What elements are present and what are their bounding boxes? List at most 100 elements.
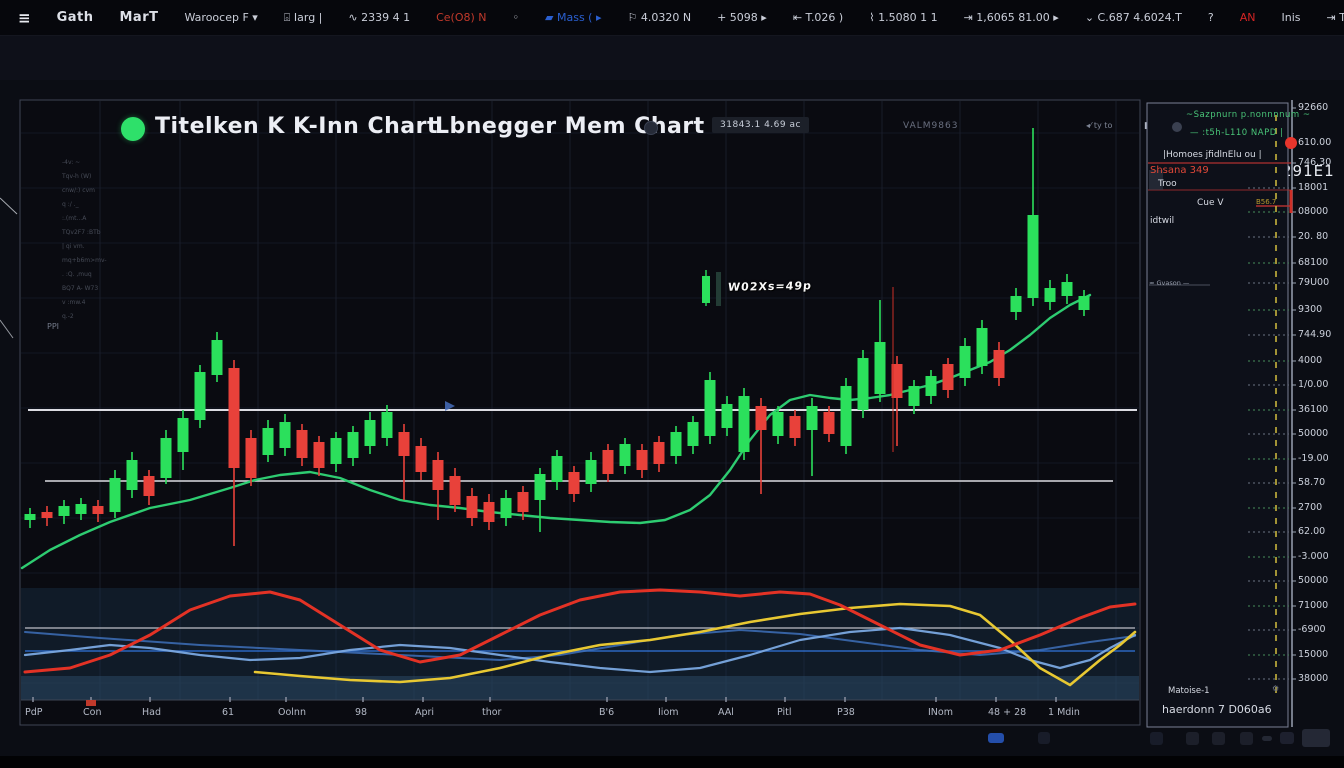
x-axis-label: 48 + 28	[988, 707, 1026, 718]
candle-body	[535, 474, 546, 500]
candle-body	[314, 442, 325, 468]
candle-body	[195, 372, 206, 420]
price-badge: 31843.1 4.69 ac	[712, 117, 809, 133]
candle-body	[280, 422, 291, 448]
candle-body	[25, 514, 36, 520]
panel-line-white4: idtwil	[1150, 216, 1174, 226]
candle-body	[1028, 215, 1039, 298]
price-scale-label: -3.000	[1298, 551, 1329, 562]
stray-line	[0, 320, 13, 338]
legend-item: TQv2F7 :BTb	[62, 226, 107, 240]
x-axis-label: INom	[928, 707, 953, 718]
candle-body	[42, 512, 53, 518]
taskbar-active-chip[interactable]	[1302, 729, 1330, 747]
candle-body	[875, 342, 886, 394]
legend-item: cnw/:) cvm	[62, 184, 107, 198]
price-scale-label: -19.00	[1298, 453, 1329, 464]
candle-body	[841, 386, 852, 446]
panel-gear-icon[interactable]: ⚙	[1272, 684, 1279, 693]
candle-body	[739, 396, 750, 452]
legend-item: v :mw.4	[62, 296, 107, 310]
taskbar-circle-icon[interactable]	[1240, 732, 1253, 745]
candle-body	[926, 376, 937, 396]
x-axis-label: Had	[142, 707, 161, 718]
taskbar-blue-icon[interactable]	[988, 733, 1004, 743]
candle-body	[76, 504, 87, 514]
candle-body	[450, 476, 461, 505]
price-scale-label: 744.90	[1298, 329, 1331, 340]
candle-body	[416, 446, 427, 472]
taskbar-dots-icon[interactable]	[1262, 736, 1272, 741]
candle-body	[756, 406, 767, 430]
candle-body	[144, 476, 155, 496]
candle-body	[229, 368, 240, 468]
panel-line-green2: — :t5h-L110 NAPD |	[1190, 128, 1283, 138]
legend-pp-label: PPI	[47, 322, 59, 331]
chart-corner-controls[interactable]: ◂⁄ ty to	[1086, 121, 1112, 130]
price-scale-label: 62.00	[1298, 526, 1325, 537]
x-axis-label: Oolnn	[278, 707, 306, 718]
candle-body	[382, 412, 393, 438]
price-scale-label: -6900	[1298, 624, 1326, 635]
taskbar-circle-icon[interactable]	[1150, 732, 1163, 745]
candle-body	[960, 346, 971, 378]
price-scale-label: 18001	[1298, 182, 1328, 193]
price-scale-label: 1/0.00	[1298, 379, 1328, 390]
price-scale-label: 15000	[1298, 649, 1328, 660]
price-scale-label: 92660	[1298, 102, 1328, 113]
candle-body	[1045, 288, 1056, 302]
x-axis-label: PdP	[25, 707, 43, 718]
x-axis-label: Apri	[415, 707, 434, 718]
chart-title-secondary: Lbnegger Mem Chart	[435, 114, 705, 139]
candle-body	[994, 350, 1005, 378]
candle-body	[246, 438, 257, 478]
taskbar-circle-icon[interactable]	[1186, 732, 1199, 745]
price-scale-label: 68100	[1298, 257, 1328, 268]
candle-body	[59, 506, 70, 516]
x-axis-label: 1 Mdin	[1048, 707, 1080, 718]
candle-body	[637, 450, 648, 470]
x-axis-label: B'6	[599, 707, 614, 718]
candle-body	[178, 418, 189, 452]
candle-body	[552, 456, 563, 482]
candle-body	[977, 328, 988, 366]
price-scale-label: 9300	[1298, 304, 1322, 315]
chart-annotation-scribble: W02Xs=49p	[727, 279, 812, 293]
x-axis-label: thor	[482, 707, 501, 718]
panel-footer-value: haerdonn 7 D060a6	[1162, 703, 1272, 716]
candle-body	[909, 386, 920, 406]
price-scale-label: 2700	[1298, 502, 1322, 513]
price-scale-label: 08000	[1298, 206, 1328, 217]
price-scale-label: 20. 80	[1298, 231, 1328, 242]
panel-dot-icon	[1172, 122, 1182, 132]
x-axis-label: Iiom	[658, 707, 679, 718]
taskbar-app-icon[interactable]	[1038, 732, 1050, 744]
candle-body	[297, 430, 308, 458]
price-scale-label: 58.70	[1298, 477, 1325, 488]
current-price-dot	[1285, 137, 1297, 149]
price-scale-label: 79U00	[1298, 277, 1329, 288]
candle-body	[807, 406, 818, 430]
candle-body	[671, 432, 682, 456]
legend-item: Tqv-h (W)	[62, 170, 107, 184]
candle-body	[331, 438, 342, 464]
price-scale-label: 610.00	[1298, 137, 1331, 148]
candle-body	[858, 358, 869, 410]
candle-body	[688, 422, 699, 446]
candle-body	[1062, 282, 1073, 296]
taskbar-circle-icon[interactable]	[1212, 732, 1225, 745]
candle-body	[1011, 296, 1022, 312]
legend-item: :.(mt...A	[62, 212, 107, 226]
chart-info-icon[interactable]	[644, 121, 658, 135]
price-scale-label: 36100	[1298, 404, 1328, 415]
legend-item: q.-2	[62, 310, 107, 324]
panel-symbol-label[interactable]: Shsana 349	[1150, 165, 1209, 176]
candle-body	[501, 498, 512, 518]
chart-status-dot	[121, 117, 145, 141]
panel-value-yellow: B56.7	[1256, 198, 1276, 206]
taskbar-circle-icon[interactable]	[1280, 732, 1294, 744]
candle-body	[263, 428, 274, 455]
candle-body	[603, 450, 614, 474]
candle-body	[212, 340, 223, 375]
axis-red-marker	[86, 700, 96, 706]
